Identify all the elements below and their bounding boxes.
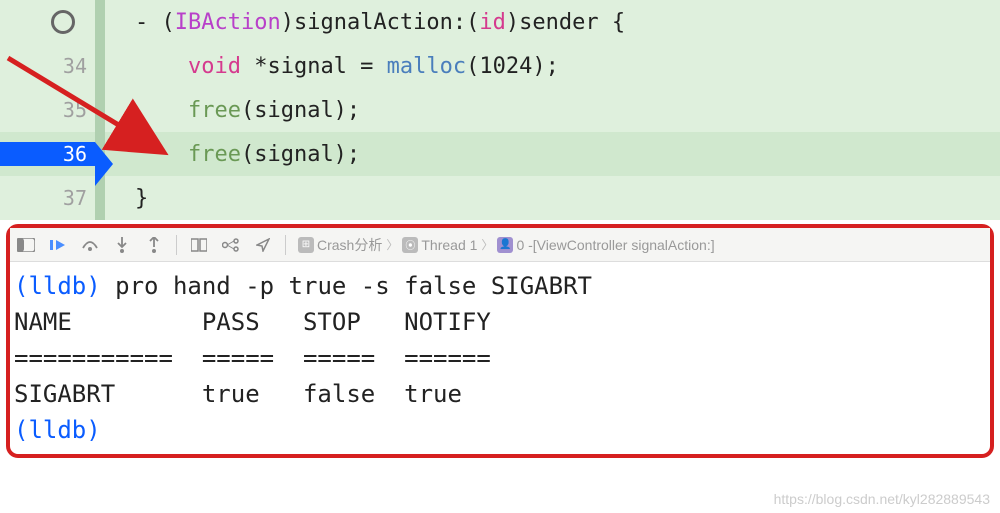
gutter-line-number[interactable]: 37 xyxy=(0,186,95,210)
breadcrumb-item[interactable]: ⊞Crash分析 xyxy=(298,235,382,255)
app-icon: ⊞ xyxy=(298,237,314,253)
code-content: } xyxy=(105,186,1000,211)
location-icon[interactable] xyxy=(253,235,273,255)
breakpoint-circle-icon[interactable] xyxy=(51,10,75,34)
console-headers: NAME PASS STOP NOTIFY xyxy=(14,308,491,336)
lldb-prompt: (lldb) xyxy=(14,416,101,444)
gutter[interactable] xyxy=(0,10,95,34)
continue-icon[interactable] xyxy=(48,235,68,255)
chevron-right-icon: 〉 xyxy=(481,236,493,253)
code-line: - (IBAction)signalAction:(id)sender { xyxy=(0,0,1000,44)
breadcrumb: ⊞Crash分析 〉 ⦿Thread 1 〉 👤0 -[ViewControll… xyxy=(298,235,715,255)
annotation-arrow xyxy=(0,50,175,170)
lldb-prompt: (lldb) xyxy=(14,272,101,300)
code-content: free(signal); xyxy=(105,142,1000,167)
func-malloc: malloc xyxy=(387,54,466,79)
console-command: pro hand -p true -s false SIGABRT xyxy=(101,272,592,300)
frame-icon: 👤 xyxy=(497,237,513,253)
func-free: free xyxy=(188,98,241,123)
keyword-ibaction: IBAction xyxy=(175,10,281,35)
gutter-divider xyxy=(95,0,105,44)
toggle-debug-icon[interactable] xyxy=(16,235,36,255)
debug-panel: ⊞Crash分析 〉 ⦿Thread 1 〉 👤0 -[ViewControll… xyxy=(6,224,994,458)
code-content: void *signal = malloc(1024); xyxy=(105,54,1000,79)
memory-graph-icon[interactable] xyxy=(221,235,241,255)
step-out-icon[interactable] xyxy=(144,235,164,255)
debug-view-icon[interactable] xyxy=(189,235,209,255)
func-free: free xyxy=(188,142,241,167)
breadcrumb-item[interactable]: ⦿Thread 1 xyxy=(402,237,477,253)
breadcrumb-item[interactable]: 👤0 -[ViewController signalAction:] xyxy=(497,237,714,253)
toolbar-separator xyxy=(285,235,286,255)
console-row: SIGABRT true false true xyxy=(14,380,491,408)
toolbar-separator xyxy=(176,235,177,255)
watermark: https://blog.csdn.net/kyl282889543 xyxy=(774,491,990,507)
step-into-icon[interactable] xyxy=(112,235,132,255)
keyword-id: id xyxy=(479,10,506,35)
keyword-void: void xyxy=(188,54,241,79)
code-content: free(signal); xyxy=(105,98,1000,123)
thread-icon: ⦿ xyxy=(402,237,418,253)
debug-console[interactable]: (lldb) pro hand -p true -s false SIGABRT… xyxy=(10,262,990,454)
chevron-right-icon: 〉 xyxy=(386,236,398,253)
debug-toolbar: ⊞Crash分析 〉 ⦿Thread 1 〉 👤0 -[ViewControll… xyxy=(10,228,990,262)
console-divider: =========== ===== ===== ====== xyxy=(14,344,491,372)
code-content: - (IBAction)signalAction:(id)sender { xyxy=(105,10,1000,35)
code-line: 37 } xyxy=(0,176,1000,220)
step-over-icon[interactable] xyxy=(80,235,100,255)
